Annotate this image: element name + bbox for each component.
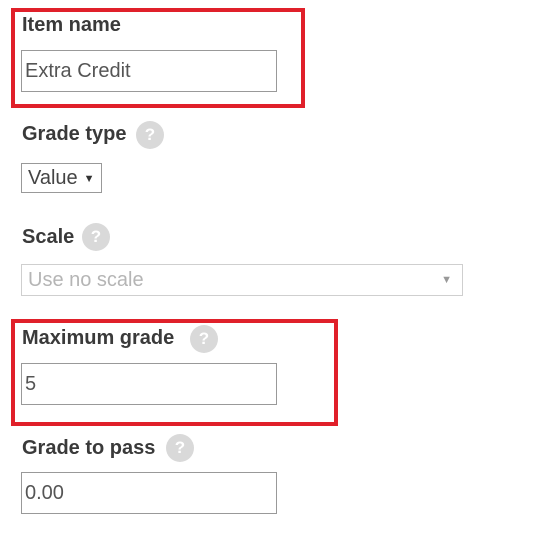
grade-type-label: Grade type: [22, 123, 127, 145]
item-name-label: Item name: [22, 14, 121, 36]
scale-selected-value: Use no scale: [28, 269, 144, 291]
grade-to-pass-input[interactable]: [21, 472, 277, 514]
scale-label: Scale: [22, 226, 75, 248]
grade-type-select[interactable]: Value ▼: [21, 163, 102, 193]
scale-help-icon[interactable]: ?: [82, 223, 110, 251]
maximum-grade-label: Maximum grade: [22, 327, 175, 349]
dropdown-arrow-icon: ▼: [441, 274, 452, 286]
grade-to-pass-label: Grade to pass: [22, 437, 156, 459]
scale-select: Use no scale ▼: [21, 264, 463, 296]
grade-to-pass-help-icon[interactable]: ?: [166, 434, 194, 462]
grade-type-help-icon[interactable]: ?: [136, 121, 164, 149]
item-name-input[interactable]: [21, 50, 277, 92]
dropdown-arrow-icon: ▼: [83, 172, 95, 185]
grade-type-selected-value: Value: [28, 167, 78, 189]
maximum-grade-help-icon[interactable]: ?: [190, 325, 218, 353]
maximum-grade-input[interactable]: [21, 363, 277, 405]
